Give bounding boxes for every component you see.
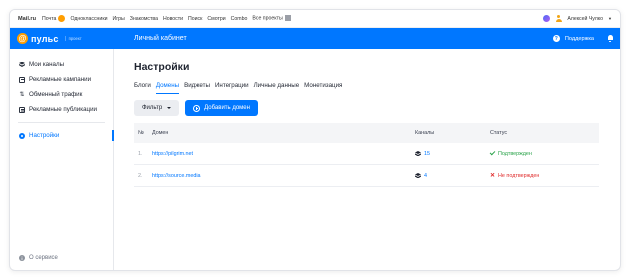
close-icon: ✕ (490, 172, 496, 179)
logo-text: пульс (31, 33, 59, 44)
status-text: Подтвержден (498, 150, 532, 157)
sidebar-item-channels[interactable]: Мои каналы (10, 57, 113, 72)
user-icon (555, 15, 562, 22)
domain-cell: https://pilgrim.net (152, 151, 415, 157)
check-icon (489, 149, 496, 156)
support-link[interactable]: Поддержка (565, 36, 594, 42)
info-icon: i (19, 255, 25, 261)
domain-cell: https://source.media (152, 173, 415, 179)
column-header-status: Статус (490, 130, 508, 136)
status-badge: ✕ Не подтвержден (490, 173, 599, 179)
plus-circle-icon (193, 104, 201, 112)
portal-link-mail[interactable]: Почта (42, 15, 66, 22)
channels-count: 4 (424, 172, 427, 179)
tab-widgets[interactable]: Виджеты (184, 82, 210, 94)
tab-integrations[interactable]: Интеграции (215, 82, 249, 94)
sidebar-item-settings[interactable]: Настройки (10, 128, 114, 143)
sidebar-item-exchange[interactable]: ⇅ Обменный трафик (10, 87, 113, 102)
sidebar-item-label: Рекламные кампании (29, 76, 92, 83)
filter-label: Фильтр (142, 105, 163, 111)
campaign-icon (19, 76, 25, 83)
app-header: @ пульс проект Личный кабинет ? Поддержк… (10, 28, 620, 49)
chevron-down-icon (167, 107, 172, 109)
portal-link-combo[interactable]: Combo (231, 16, 248, 22)
at-logo-icon: @ (17, 33, 28, 44)
portal-link-ok[interactable]: Одноклассники (70, 16, 107, 22)
toolbar: Фильтр Добавить домен (134, 100, 600, 116)
sidebar-item-label: Настройки (29, 132, 60, 139)
user-name[interactable]: Алексей Чулко (567, 16, 603, 22)
grid-icon (284, 15, 291, 22)
domain-link[interactable]: https://pilgrim.net (152, 151, 193, 157)
add-domain-button[interactable]: Добавить домен (185, 100, 258, 116)
sidebar-item-campaigns[interactable]: Рекламные кампании (10, 72, 113, 87)
portal-link-games[interactable]: Игры (113, 16, 125, 22)
sidebar-item-label: Мои каналы (29, 61, 65, 68)
main-content: Настройки Блоги Домены Виджеты Интеграци… (114, 49, 620, 270)
channels-count: 15 (424, 150, 430, 157)
chevron-down-icon[interactable]: ▼ (608, 16, 612, 21)
page-title: Настройки (134, 61, 190, 73)
about-service-link[interactable]: i О сервисе (19, 255, 58, 261)
table-row: 1. https://pilgrim.net 15 Подтвержден (134, 143, 599, 165)
portal-bar: Mail.ru Почта Одноклассники Игры Знакомс… (10, 10, 620, 28)
sidebar-item-label: Рекламные публикации (29, 106, 97, 113)
help-icon[interactable]: ? (552, 35, 560, 42)
sidebar-item-publications[interactable]: Рекламные публикации (10, 102, 113, 117)
add-domain-label: Добавить домен (204, 105, 250, 111)
column-header-channels: Каналы (415, 130, 435, 136)
channels-icon (415, 173, 421, 178)
publication-icon (19, 106, 25, 113)
tab-blogs[interactable]: Блоги (134, 82, 151, 94)
portal-link-watch[interactable]: Смотри (207, 16, 225, 22)
channels-cell[interactable]: 15 (415, 151, 490, 157)
tab-monetization[interactable]: Монетизация (304, 82, 342, 94)
channels-icon (415, 151, 421, 156)
gear-icon (19, 132, 25, 139)
app-body: Мои каналы Рекламные кампании ⇅ Обменный… (10, 49, 620, 270)
sidebar-divider (18, 122, 105, 123)
bell-icon[interactable] (607, 35, 613, 42)
mailru-logo[interactable]: Mail.ru (18, 16, 36, 22)
channels-icon (19, 62, 25, 68)
portal-link-dating[interactable]: Знакомства (130, 16, 158, 22)
puls-logo[interactable]: @ пульс проект (10, 33, 114, 44)
column-header-number: № (138, 130, 144, 136)
domain-link[interactable]: https://source.media (152, 173, 201, 179)
portal-link-news[interactable]: Новости (163, 16, 183, 22)
channels-cell[interactable]: 4 (415, 173, 490, 179)
settings-tabs: Блоги Домены Виджеты Интеграции Личные д… (134, 82, 600, 94)
sidebar: Мои каналы Рекламные кампании ⇅ Обменный… (10, 49, 114, 270)
status-text: Не подтвержден (498, 172, 540, 179)
mail-badge-icon (58, 15, 66, 22)
row-number: 1. (138, 150, 143, 157)
table-row: 2. https://source.media 4 ✕ Не подтвержд… (134, 165, 599, 187)
browser-frame: Mail.ru Почта Одноклассники Игры Знакомс… (9, 9, 621, 271)
status-badge: Подтвержден (489, 149, 599, 157)
column-header-domain: Домен (152, 130, 169, 136)
header-title: Личный кабинет (134, 35, 187, 42)
filter-button[interactable]: Фильтр (134, 100, 180, 116)
row-number: 2. (138, 172, 143, 179)
about-label: О сервисе (29, 255, 58, 261)
portal-user-area: Алексей Чулко ▼ (543, 15, 612, 22)
tab-domains[interactable]: Домены (155, 82, 180, 94)
portal-link-search[interactable]: Поиск (188, 16, 202, 22)
header-actions: ? Поддержка (552, 35, 620, 42)
tab-personal-data[interactable]: Личные данные (254, 82, 300, 94)
assistant-ball-icon[interactable] (543, 15, 551, 22)
portal-link-all-projects[interactable]: Все проекты (252, 15, 291, 22)
sidebar-item-label: Обменный трафик (29, 91, 83, 98)
logo-subtitle: проект (64, 36, 82, 41)
exchange-icon: ⇅ (19, 91, 25, 98)
table-header: № Домен Каналы Статус (134, 123, 599, 143)
domains-table: № Домен Каналы Статус 1. https://pilgrim… (134, 123, 599, 187)
